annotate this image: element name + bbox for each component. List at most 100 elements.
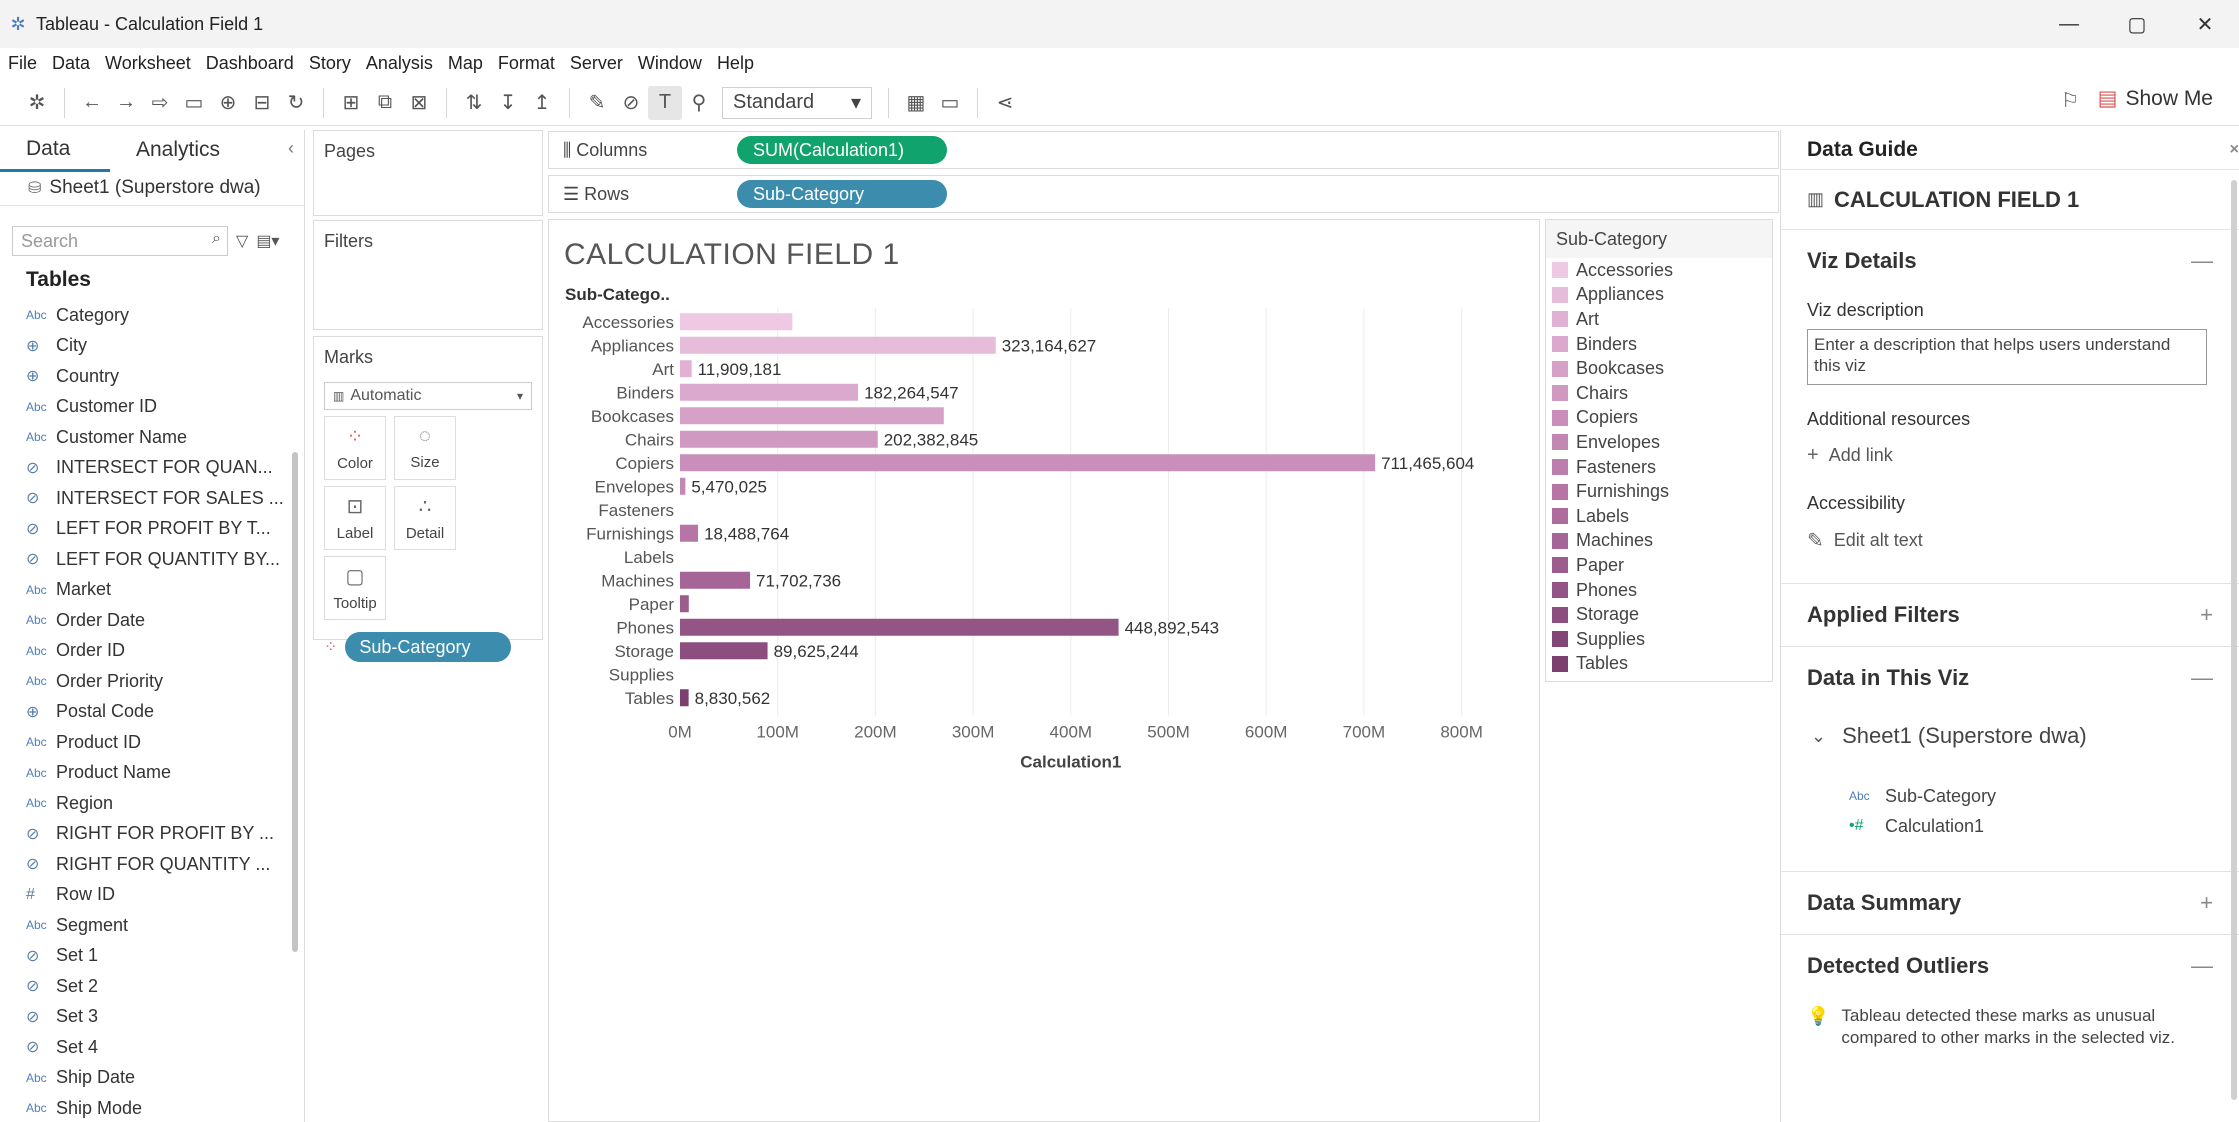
swap-icon[interactable]: ⇨ <box>143 86 177 120</box>
show-labels-icon[interactable]: T <box>648 85 682 120</box>
size-button[interactable]: ◌ Size <box>394 416 456 480</box>
legend-item[interactable]: Labels <box>1546 504 1772 529</box>
edit-alt-text-button[interactable]: ✎ Edit alt text <box>1781 528 2239 553</box>
applied-filters-section[interactable]: Applied Filters + <box>1781 584 2239 646</box>
legend-item[interactable]: Furnishings <box>1546 479 1772 504</box>
new-datasource-icon[interactable]: ⊕ <box>211 86 245 120</box>
close-icon[interactable]: × <box>2230 130 2239 170</box>
swap-rows-columns-icon[interactable]: ⇅ <box>457 86 491 120</box>
legend-item[interactable]: Appliances <box>1546 283 1772 308</box>
scrollbar[interactable] <box>2231 180 2237 1100</box>
add-link-button[interactable]: + Add link <box>1781 444 2239 467</box>
sort-descending-icon[interactable]: ↥ <box>525 86 559 120</box>
new-worksheet-icon[interactable]: ⊞ <box>334 86 368 120</box>
menu-story[interactable]: Story <box>309 53 351 74</box>
close-button[interactable]: ✕ <box>2171 0 2239 48</box>
pin-icon[interactable]: ⚐ <box>2061 88 2079 113</box>
menu-help[interactable]: Help <box>717 53 754 74</box>
legend-item[interactable]: Accessories <box>1546 258 1772 283</box>
presentation-mode-icon[interactable]: ▭ <box>933 86 967 120</box>
fix-axes-icon[interactable]: ⚲ <box>682 86 716 120</box>
legend-item[interactable]: Bookcases <box>1546 356 1772 381</box>
field-item[interactable]: ⊘ Set 4 <box>0 1032 290 1063</box>
scrollbar[interactable] <box>292 452 298 952</box>
field-item[interactable]: ⊘ Set 1 <box>0 941 290 972</box>
menu-data[interactable]: Data <box>52 53 90 74</box>
legend-item[interactable]: Supplies <box>1546 627 1772 652</box>
menu-format[interactable]: Format <box>498 53 555 74</box>
legend-item[interactable]: Tables <box>1546 652 1772 677</box>
menu-map[interactable]: Map <box>448 53 483 74</box>
filters-card[interactable]: Filters <box>313 220 543 330</box>
pages-card[interactable]: Pages <box>313 130 543 216</box>
legend-item[interactable]: Binders <box>1546 332 1772 357</box>
collapse-icon[interactable]: — <box>2191 248 2213 274</box>
legend-item[interactable]: Copiers <box>1546 406 1772 431</box>
field-item[interactable]: ⊘ INTERSECT FOR QUAN... <box>0 453 290 484</box>
show-cards-icon[interactable]: ▦ <box>899 86 933 120</box>
field-item[interactable]: Abc Order Date <box>0 605 290 636</box>
refresh-icon[interactable]: ↻ <box>279 86 313 120</box>
field-item[interactable]: Abc Segment <box>0 910 290 941</box>
filter-icon[interactable]: ▽ <box>236 231 248 251</box>
collapse-icon[interactable]: — <box>2191 953 2213 979</box>
field-item[interactable]: ⊘ Set 3 <box>0 1002 290 1033</box>
field-item[interactable]: ⊘ INTERSECT FOR SALES ... <box>0 483 290 514</box>
field-item[interactable]: Abc Category <box>0 300 290 331</box>
detail-button[interactable]: ∴ Detail <box>394 486 456 550</box>
collapse-pane-icon[interactable]: ‹ <box>288 138 294 159</box>
clear-sheet-icon[interactable]: ⊠ <box>402 86 436 120</box>
legend-item[interactable]: Fasteners <box>1546 455 1772 480</box>
viz-details-section[interactable]: Viz Details — <box>1781 230 2239 292</box>
field-item[interactable]: ⊕ Country <box>0 361 290 392</box>
tableau-home-icon[interactable]: ✲ <box>20 86 54 120</box>
field-item[interactable]: Abc Ship Date <box>0 1063 290 1094</box>
menu-file[interactable]: File <box>8 53 37 74</box>
legend-item[interactable]: Storage <box>1546 602 1772 627</box>
collapse-icon[interactable]: — <box>2191 665 2213 691</box>
field-item[interactable]: Abc Ship Mode <box>0 1093 290 1122</box>
mark-type-select[interactable]: ▥ Automatic ▾ <box>324 382 532 410</box>
restore-button[interactable]: ▢ <box>2103 0 2171 48</box>
menu-analysis[interactable]: Analysis <box>366 53 433 74</box>
legend-item[interactable]: Paper <box>1546 553 1772 578</box>
duplicate-sheet-icon[interactable]: ⧉ <box>368 86 402 120</box>
field-item[interactable]: ⊘ LEFT FOR PROFIT BY T... <box>0 514 290 545</box>
data-summary-section[interactable]: Data Summary + <box>1781 872 2239 934</box>
field-item[interactable]: Abc Market <box>0 575 290 606</box>
minimize-button[interactable]: — <box>2035 0 2103 48</box>
field-item[interactable]: Abc Product ID <box>0 727 290 758</box>
legend-item[interactable]: Art <box>1546 307 1772 332</box>
data-in-viz-section[interactable]: Data in This Viz — <box>1781 647 2239 709</box>
legend-item[interactable]: Phones <box>1546 578 1772 603</box>
legend-item[interactable]: Envelopes <box>1546 430 1772 455</box>
menu-worksheet[interactable]: Worksheet <box>105 53 191 74</box>
field-item[interactable]: Abc Order Priority <box>0 666 290 697</box>
save-icon[interactable]: ▭ <box>177 86 211 120</box>
field-item[interactable]: ⊕ City <box>0 331 290 362</box>
sum-calculation1-pill[interactable]: SUM(Calculation1) <box>737 136 947 164</box>
label-button[interactable]: ⊡ Label <box>324 486 386 550</box>
field-item[interactable]: Abc Customer ID <box>0 392 290 423</box>
sub-category-pill[interactable]: Sub-Category <box>345 632 512 662</box>
detected-outliers-section[interactable]: Detected Outliers — <box>1781 935 2239 997</box>
viz-description-field[interactable]: Enter a description that helps users und… <box>1807 329 2207 385</box>
legend-item[interactable]: Chairs <box>1546 381 1772 406</box>
view-options-icon[interactable]: ▤▾ <box>256 231 279 251</box>
datasource-item[interactable]: ⛁ Sheet1 (Superstore dwa) <box>0 170 304 206</box>
sort-ascending-icon[interactable]: ↧ <box>491 86 525 120</box>
undo-icon[interactable]: ← <box>75 86 109 120</box>
search-input[interactable]: Search ⌕ <box>12 226 228 256</box>
highlight-icon[interactable]: ✎ <box>580 86 614 120</box>
field-item[interactable]: Abc Region <box>0 788 290 819</box>
field-item[interactable]: Abc Product Name <box>0 758 290 789</box>
sub-category-rows-pill[interactable]: Sub-Category <box>737 180 947 208</box>
tab-analytics[interactable]: Analytics <box>110 130 246 170</box>
field-item[interactable]: Abc Customer Name <box>0 422 290 453</box>
field-item[interactable]: Abc Order ID <box>0 636 290 667</box>
expand-icon[interactable]: + <box>2200 890 2213 916</box>
menu-dashboard[interactable]: Dashboard <box>206 53 294 74</box>
field-item[interactable]: ⊘ Set 2 <box>0 971 290 1002</box>
legend-item[interactable]: Machines <box>1546 529 1772 554</box>
expand-icon[interactable]: + <box>2200 602 2213 628</box>
